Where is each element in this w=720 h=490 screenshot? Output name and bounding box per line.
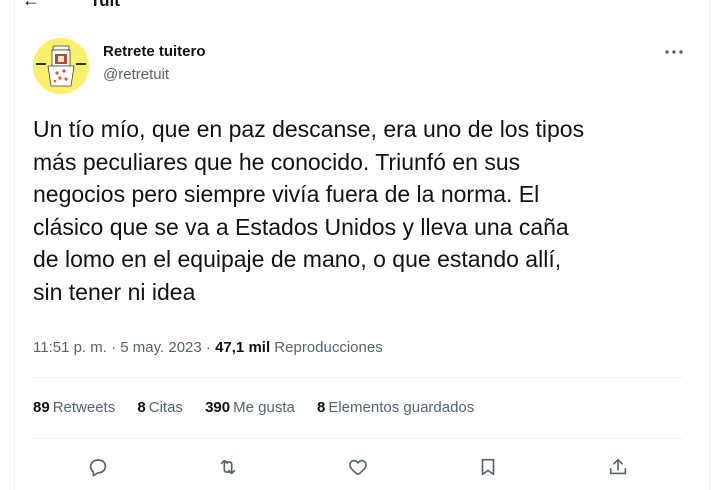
more-dots-icon	[665, 50, 683, 54]
bookmark-button[interactable]	[473, 452, 503, 482]
toilet-logo-icon	[33, 38, 89, 94]
tweet-text: Un tío mío, que en paz descanse, era uno…	[33, 116, 585, 305]
author-handle[interactable]: @retretuit	[103, 66, 169, 83]
page-title: Tuit	[90, 0, 120, 10]
avatar[interactable]	[33, 38, 89, 94]
stat-label: Me gusta	[233, 399, 295, 416]
tweet-date[interactable]: 5 may. 2023	[120, 339, 201, 356]
views-label: Reproducciones	[274, 339, 383, 356]
stat-label: Elementos guardados	[328, 399, 475, 416]
tweet-time[interactable]: 11:51 p. m.	[33, 339, 107, 356]
views-count: 47,1 mil	[215, 339, 271, 356]
divider	[33, 438, 683, 439]
reply-button[interactable]	[83, 452, 113, 482]
stat-label: Citas	[148, 399, 183, 416]
stat-label: Retweets	[52, 399, 116, 416]
share-icon	[609, 458, 627, 475]
more-options-button[interactable]	[660, 38, 688, 66]
tweet-meta: 11:51 p. m. · 5 may. 2023 · 47,1 mil Rep…	[33, 339, 383, 356]
meta-separator: ·	[106, 339, 121, 356]
stat-count: 8	[317, 399, 326, 416]
bookmark-icon	[481, 458, 495, 476]
retweet-button[interactable]	[213, 452, 243, 482]
reply-icon	[89, 459, 107, 477]
like-icon	[349, 459, 367, 476]
author-name[interactable]: Retrete tuitero	[103, 43, 206, 60]
engagement-stats: 89 Retweets 8 Citas 390 Me gusta 8 Elementos…	[33, 399, 492, 416]
back-arrow-icon[interactable]: ←	[22, 0, 40, 10]
retweet-icon	[220, 459, 236, 475]
likes-stat[interactable]: 390 Me gusta	[205, 399, 295, 416]
retweets-stat[interactable]: 89 Retweets	[33, 399, 115, 416]
share-button[interactable]	[603, 452, 633, 482]
action-bar	[33, 452, 683, 482]
stat-count: 8	[137, 399, 146, 416]
bookmarks-stat[interactable]: 8 Elementos guardados	[317, 399, 474, 416]
quotes-stat[interactable]: 8 Citas	[137, 399, 183, 416]
stat-count: 390	[205, 399, 231, 416]
meta-separator: ·	[201, 339, 216, 356]
stat-count: 89	[33, 399, 50, 416]
divider	[33, 377, 683, 378]
like-button[interactable]	[343, 452, 373, 482]
top-bar: ← Tuit	[0, 0, 720, 10]
